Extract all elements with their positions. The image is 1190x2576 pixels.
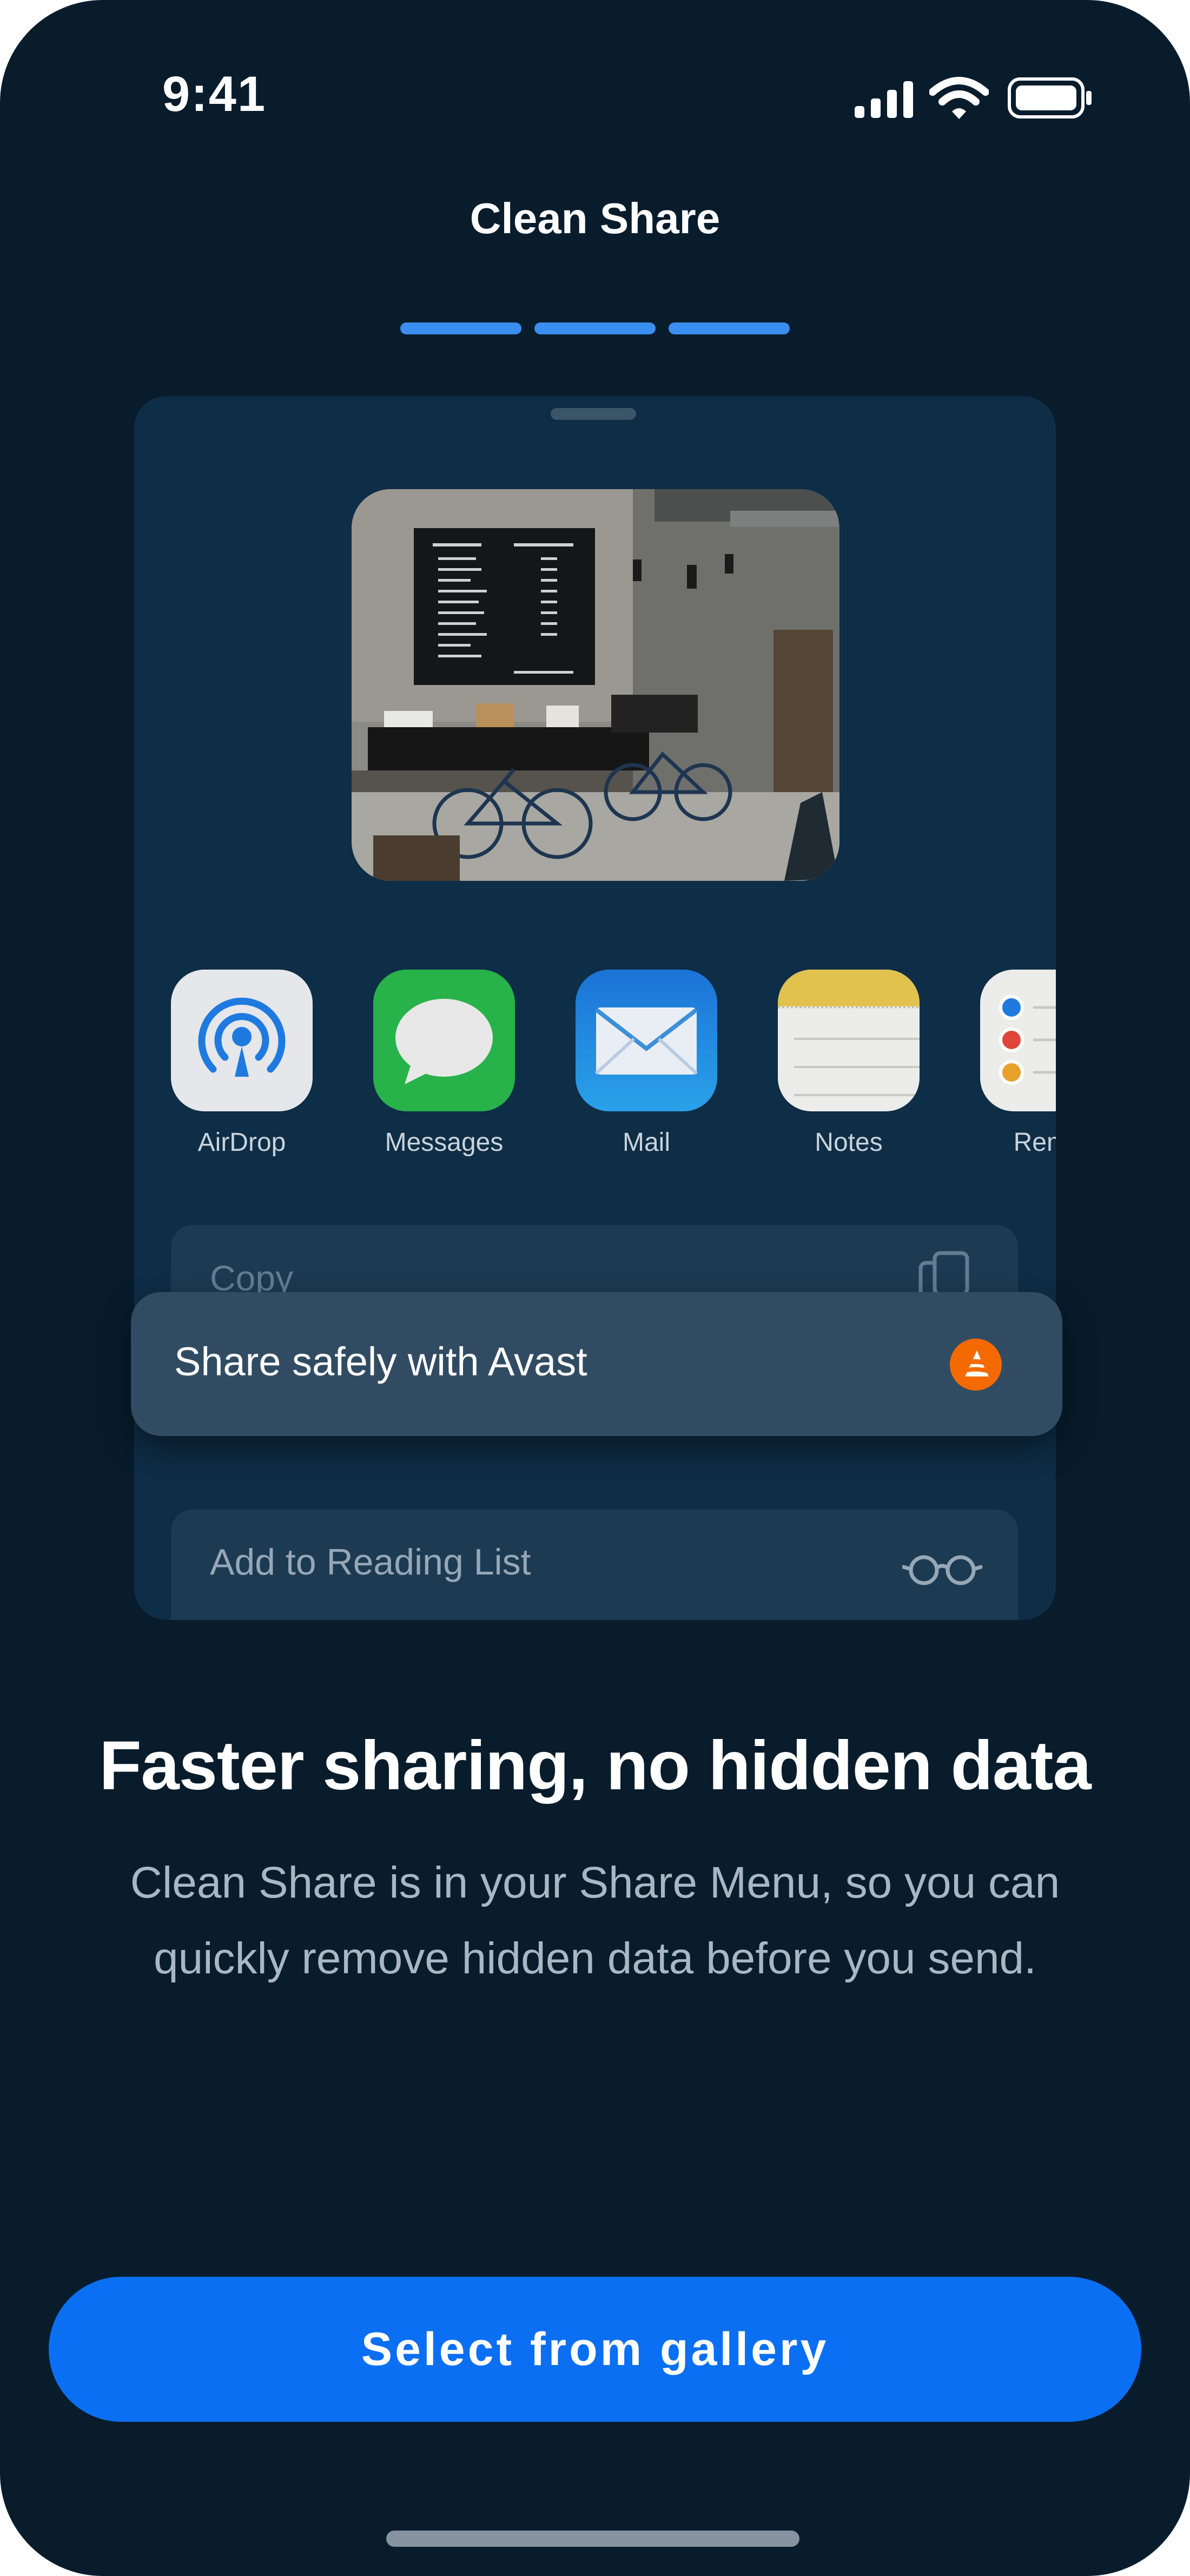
glasses-icon bbox=[902, 1555, 982, 1585]
share-apps-row: AirDrop Messages Mail Notes Re bbox=[171, 970, 1056, 1186]
avast-action-label: Share safely with Avast bbox=[174, 1339, 587, 1384]
progress-step-2 bbox=[534, 322, 656, 334]
app-title: Clean Share bbox=[470, 194, 720, 242]
share-app-messages[interactable]: Messages bbox=[373, 970, 515, 1157]
share-app-notes[interactable]: Notes bbox=[778, 970, 920, 1157]
reminders-icon bbox=[980, 970, 1056, 1111]
select-from-gallery-button[interactable]: Select from gallery bbox=[49, 2277, 1141, 2422]
airdrop-icon bbox=[171, 970, 313, 1111]
description-line-1: Clean Share is in your Share Menu, so yo… bbox=[130, 1858, 1060, 1907]
share-sheet-illustration: AirDrop Messages Mail Notes Re Copy Add … bbox=[134, 396, 1056, 1620]
share-app-airdrop[interactable]: AirDrop bbox=[171, 970, 313, 1157]
progress-step-1 bbox=[400, 322, 521, 334]
description: Clean Share is in your Share Menu, so yo… bbox=[87, 1845, 1103, 1997]
wifi-icon bbox=[929, 77, 989, 119]
avast-logo-icon bbox=[950, 1339, 1002, 1391]
share-safely-with-avast-action[interactable]: Share safely with Avast bbox=[131, 1292, 1062, 1436]
share-app-mail[interactable]: Mail bbox=[576, 970, 717, 1157]
messages-icon bbox=[373, 970, 515, 1111]
cellular-signal-icon bbox=[855, 81, 913, 118]
action-add-to-reading-list[interactable]: Add to Reading List bbox=[171, 1510, 1018, 1620]
battery-icon bbox=[1008, 77, 1092, 118]
description-line-2: quickly remove hidden data before you se… bbox=[154, 1934, 1036, 1983]
mail-icon bbox=[576, 970, 717, 1111]
reading-list-label: Add to Reading List bbox=[210, 1541, 531, 1583]
home-indicator bbox=[386, 2531, 799, 2547]
status-time: 9:41 bbox=[162, 67, 267, 122]
share-app-reminders[interactable]: Remin bbox=[980, 970, 1056, 1157]
onboarding-progress bbox=[400, 322, 790, 334]
phone-screen: 9:41 Clean Share AirDrop Messages Mail N… bbox=[0, 0, 1190, 2576]
progress-step-3 bbox=[669, 322, 790, 334]
notes-icon bbox=[778, 970, 920, 1111]
shared-photo-preview bbox=[352, 489, 839, 881]
headline: Faster sharing, no hidden data bbox=[99, 1727, 1091, 1804]
sheet-grabber bbox=[551, 408, 636, 420]
